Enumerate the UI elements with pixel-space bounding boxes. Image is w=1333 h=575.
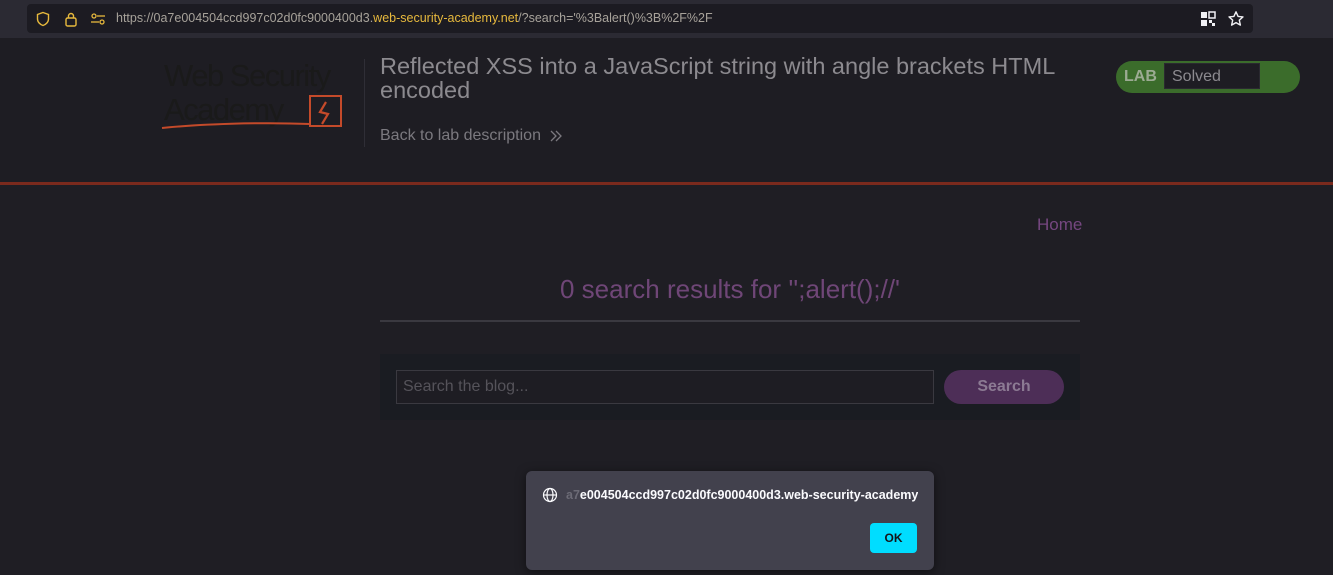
header-divider <box>364 59 365 147</box>
lab-status: Solved <box>1164 63 1260 89</box>
heading-divider <box>380 320 1080 322</box>
search-input[interactable] <box>396 370 934 404</box>
home-link[interactable]: Home <box>1037 215 1082 235</box>
dialog-origin-host: e004504ccd997c02d0fc9000400d3.web-securi… <box>579 488 918 502</box>
double-chevron-right-icon <box>550 130 562 142</box>
lock-icon[interactable] <box>63 11 79 27</box>
back-link-label: Back to lab description <box>380 127 541 144</box>
shield-icon[interactable] <box>35 11 51 27</box>
search-form: Search <box>380 354 1080 420</box>
url-bar[interactable]: https://0a7e004504ccd997c02d0fc9000400d3… <box>27 4 1253 33</box>
lab-status-badge: LAB Solved <box>1116 61 1300 93</box>
logo-line2: Academy <box>164 92 285 127</box>
logo-line1: Web Security <box>164 58 332 93</box>
search-results-heading: 0 search results for '';alert();//' <box>560 274 900 304</box>
qr-code-icon[interactable] <box>1199 10 1217 28</box>
url-host: web-security-academy.net <box>373 11 519 25</box>
url-prefix: https://0a7e004504ccd997c02d0fc9000400d3… <box>116 11 374 25</box>
url-suffix: /?search='%3Balert()%3B%2F%2F <box>518 11 713 25</box>
web-security-academy-logo[interactable]: Web Security Academy <box>160 58 360 130</box>
url-text[interactable]: https://0a7e004504ccd997c02d0fc9000400d3… <box>116 11 713 25</box>
dialog-origin: a7e004504ccd997c02d0fc9000400d3.web-secu… <box>566 488 918 502</box>
globe-icon <box>542 487 558 503</box>
ok-button[interactable]: OK <box>870 523 917 553</box>
bookmark-star-icon[interactable] <box>1227 10 1245 28</box>
browser-toolbar: https://0a7e004504ccd997c02d0fc9000400d3… <box>0 0 1333 38</box>
back-to-lab-description-link[interactable]: Back to lab description <box>380 127 563 145</box>
dialog-origin-faded: a7 <box>566 488 580 502</box>
lab-badge-label: LAB <box>1124 68 1157 85</box>
lab-header: Web Security Academy Reflected XSS into … <box>0 38 1333 185</box>
alert-dialog: a7e004504ccd997c02d0fc9000400d3.web-secu… <box>526 471 934 570</box>
lab-title: Reflected XSS into a JavaScript string w… <box>380 53 1055 103</box>
permissions-icon[interactable] <box>90 11 106 27</box>
search-button[interactable]: Search <box>944 370 1064 404</box>
